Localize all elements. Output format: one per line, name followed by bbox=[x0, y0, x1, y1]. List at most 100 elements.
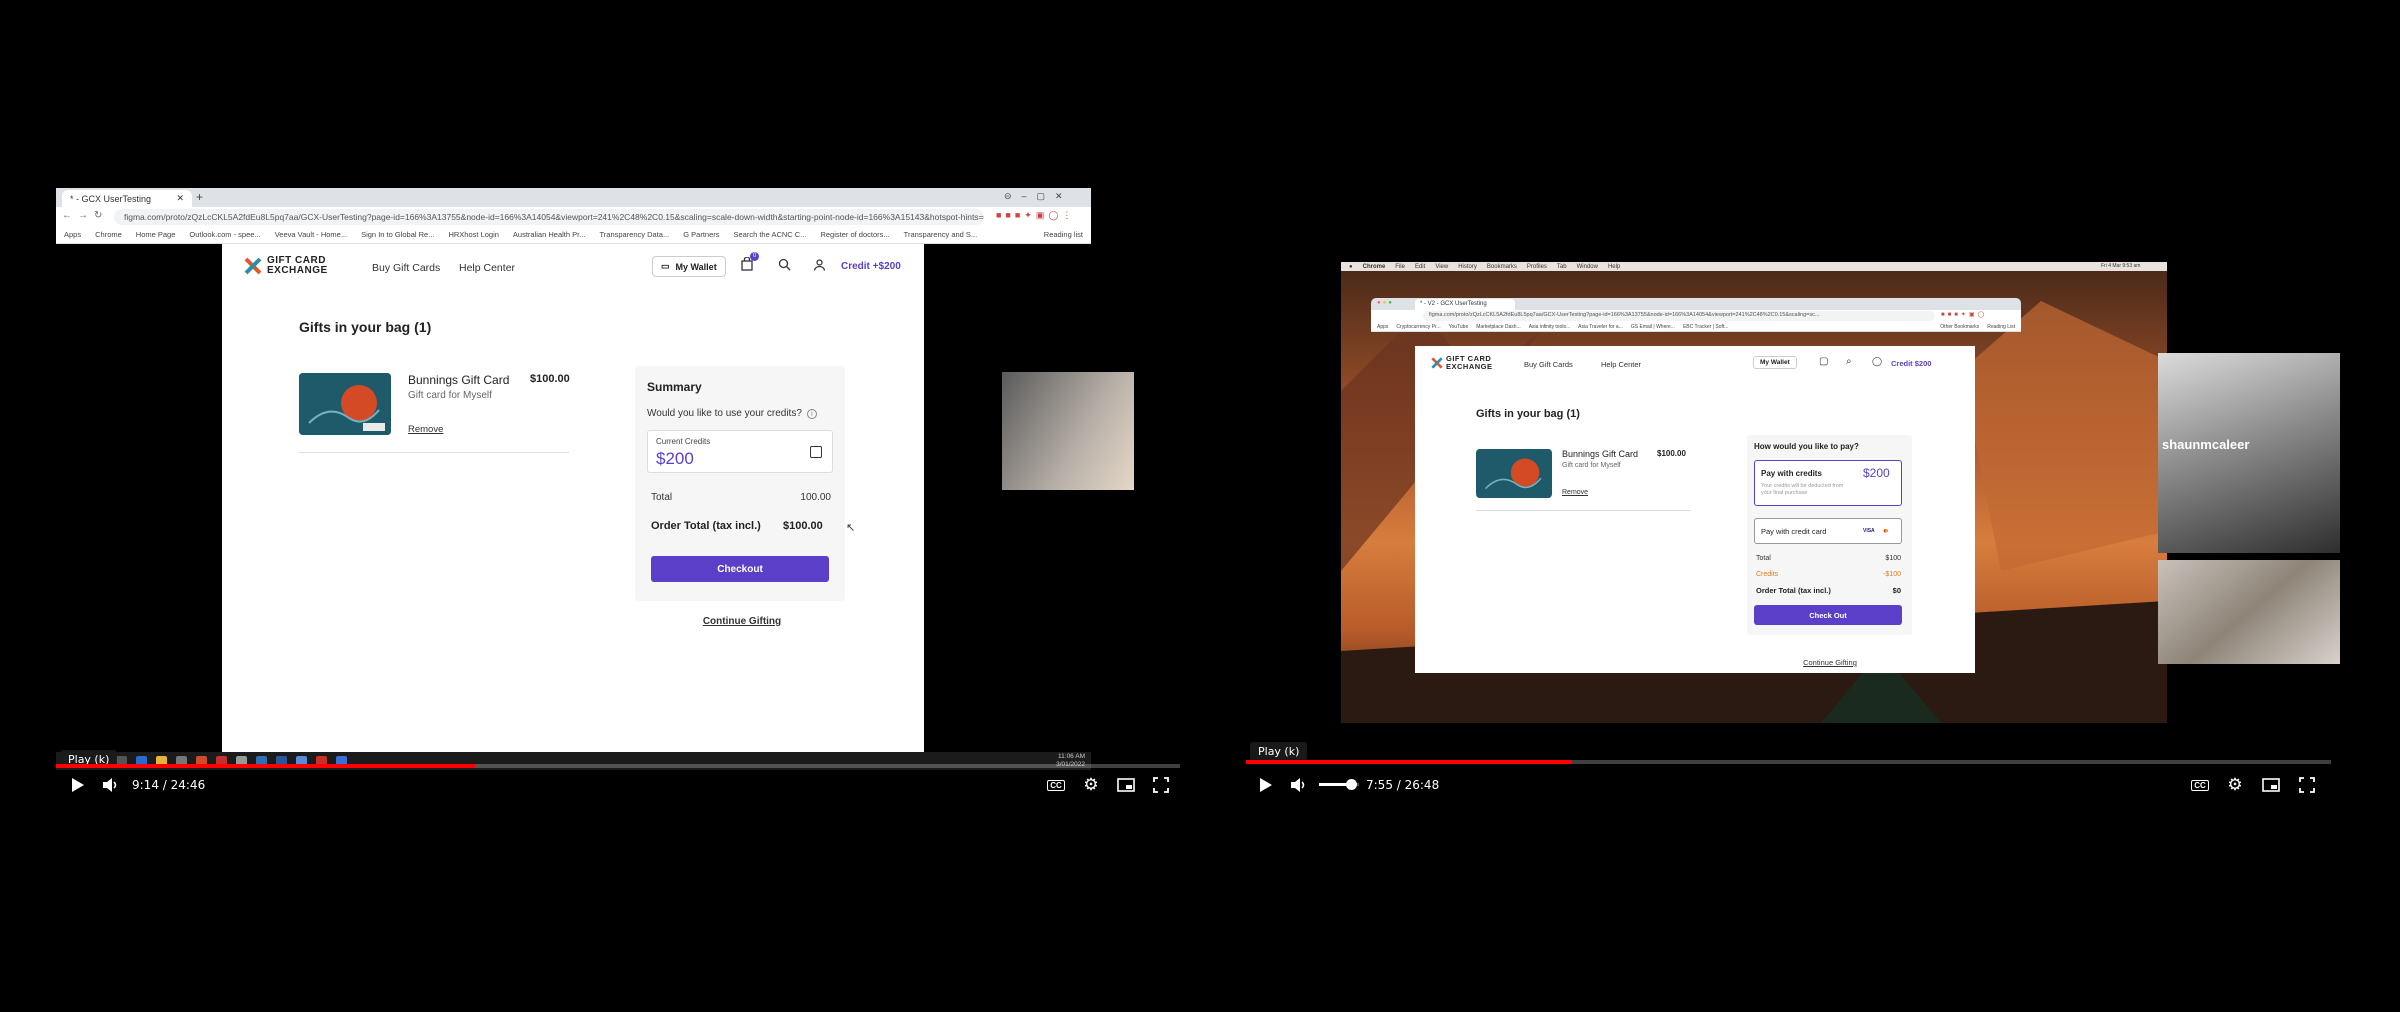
play-icon[interactable] bbox=[67, 774, 89, 796]
mac-menu-item[interactable]: Window bbox=[1577, 264, 1598, 270]
forward-icon[interactable]: → bbox=[78, 210, 88, 221]
remove-link[interactable]: Remove bbox=[408, 424, 443, 435]
bookmark-item[interactable]: Transparency Data... bbox=[599, 230, 669, 240]
other-bookmarks[interactable]: Other Bookmarks bbox=[1940, 324, 1979, 330]
bookmark-item[interactable]: Asia infinity tools... bbox=[1529, 324, 1570, 330]
wallet-label: My Wallet bbox=[1760, 359, 1790, 366]
credit-link[interactable]: Credit $200 bbox=[1891, 359, 1931, 368]
gift-subtitle: Gift card for Myself bbox=[408, 390, 492, 401]
bag-heading: Gifts in your bag (1) bbox=[299, 319, 432, 335]
play-tooltip: Play (k) bbox=[1250, 742, 1308, 761]
extension-icons[interactable]: ■■■✦▣◯ bbox=[1941, 311, 1987, 318]
extension-icons[interactable]: ■■■✦▣◯⋮ bbox=[996, 210, 1075, 221]
bookmark-item[interactable]: Search the ACNC C... bbox=[734, 230, 807, 240]
bookmark-item[interactable]: Register of doctors... bbox=[820, 230, 889, 240]
new-tab-icon[interactable]: + bbox=[196, 190, 203, 204]
miniplayer-icon[interactable] bbox=[1115, 774, 1137, 796]
bookmark-item[interactable]: Apps bbox=[64, 230, 81, 240]
mac-menu-item[interactable]: History bbox=[1458, 264, 1477, 270]
bookmark-item[interactable]: G Partners bbox=[683, 230, 719, 240]
volume-slider[interactable] bbox=[1319, 779, 1359, 790]
volume-icon[interactable] bbox=[100, 774, 122, 796]
reading-list[interactable]: Reading List bbox=[1987, 324, 2015, 330]
bookmark-item[interactable]: Cryptocurrency Pr... bbox=[1396, 324, 1440, 330]
back-icon[interactable]: ← bbox=[62, 210, 72, 221]
window-controls[interactable]: ⊝–▢✕ bbox=[1004, 191, 1073, 202]
left-video-player[interactable]: * - GCX UserTesting ✕ + ⊝–▢✕ ← → ↻ figma… bbox=[56, 150, 1180, 800]
bookmark-item[interactable]: Australian Health Pr... bbox=[513, 230, 586, 240]
cart-icon[interactable]: 0 bbox=[740, 252, 759, 273]
mac-menu-item[interactable]: Tab bbox=[1557, 264, 1567, 270]
search-icon[interactable]: ⌕ bbox=[1846, 356, 1852, 367]
bookmark-item[interactable]: HRXhost Login bbox=[448, 230, 498, 240]
fullscreen-icon[interactable] bbox=[2296, 774, 2318, 796]
fullscreen-icon[interactable] bbox=[1150, 774, 1172, 796]
bookmark-item[interactable]: Asia Traveler for a... bbox=[1578, 324, 1623, 330]
address-bar[interactable]: figma.com/proto/zQzLcCKL5A2fdEu8L5pq7aa/… bbox=[1423, 311, 1935, 321]
credit-link[interactable]: Credit +$200 bbox=[841, 261, 901, 272]
info-icon[interactable]: i bbox=[806, 408, 817, 419]
close-icon[interactable]: ✕ bbox=[176, 193, 184, 204]
bookmark-item[interactable]: Chrome bbox=[95, 230, 122, 240]
cart-badge: 0 bbox=[750, 252, 759, 261]
account-icon[interactable] bbox=[813, 258, 826, 271]
miniplayer-icon[interactable] bbox=[2260, 774, 2282, 796]
bookmark-item[interactable]: YouTube bbox=[1449, 324, 1469, 330]
pay-with-credit-card-option[interactable]: Pay with credit card VISA ●● bbox=[1754, 518, 1902, 544]
nav-buy-gift-cards[interactable]: Buy Gift Cards bbox=[1524, 360, 1573, 369]
account-icon[interactable]: ◯ bbox=[1872, 356, 1882, 367]
mac-menu-item[interactable]: Profiles bbox=[1527, 264, 1547, 270]
site-logo[interactable]: GIFT CARD EXCHANGE bbox=[244, 256, 328, 276]
credits-value: $200 bbox=[656, 449, 694, 468]
right-video-player[interactable]: ● Chrome File Edit View History Bookmarks Profi… bbox=[1246, 150, 2340, 800]
reading-list[interactable]: Reading list bbox=[1044, 230, 1083, 240]
bookmark-item[interactable]: EBC Tracker | Soft... bbox=[1683, 324, 1728, 330]
mac-menu-item[interactable]: Edit bbox=[1415, 264, 1425, 270]
cart-icon[interactable]: ▢ bbox=[1819, 356, 1828, 367]
bookmark-item[interactable]: Transparency and S... bbox=[904, 230, 978, 240]
mac-window-buttons[interactable]: ●●● bbox=[1377, 300, 1394, 306]
my-wallet-button[interactable]: My Wallet bbox=[1753, 356, 1797, 369]
logo-x-icon bbox=[244, 257, 262, 275]
bookmark-item[interactable]: Home Page bbox=[136, 230, 176, 240]
apple-icon[interactable]: ● bbox=[1349, 264, 1353, 270]
check-out-button[interactable]: Check Out bbox=[1754, 605, 1902, 625]
continue-gifting-link[interactable]: Continue Gifting bbox=[1775, 658, 1885, 667]
continue-gifting-link[interactable]: Continue Gifting bbox=[652, 616, 832, 627]
pay-with-credits-option[interactable]: Pay with credits $200 Your credits will … bbox=[1754, 460, 1902, 506]
checkout-button[interactable]: Checkout bbox=[651, 556, 829, 582]
use-credits-checkbox[interactable] bbox=[810, 446, 822, 458]
address-bar[interactable]: figma.com/proto/zQzLcCKL5A2fdEu8L5pq7aa/… bbox=[114, 209, 984, 225]
nav-help-center[interactable]: Help Center bbox=[1601, 360, 1641, 369]
browser-tab[interactable]: * - GCX UserTesting ✕ bbox=[62, 190, 192, 207]
search-icon[interactable] bbox=[778, 258, 791, 271]
my-wallet-button[interactable]: ▭ My Wallet bbox=[652, 256, 726, 277]
bookmark-item[interactable]: Apps bbox=[1377, 324, 1388, 330]
cc-icon[interactable]: CC bbox=[1045, 774, 1067, 796]
play-icon[interactable] bbox=[1255, 774, 1277, 796]
bookmark-item[interactable]: Marketplace Dash... bbox=[1476, 324, 1520, 330]
cc-icon[interactable]: CC bbox=[2189, 774, 2211, 796]
settings-icon[interactable]: ⚙ bbox=[1080, 774, 1102, 796]
reload-icon[interactable]: ↻ bbox=[94, 210, 102, 221]
mac-menu-item[interactable]: File bbox=[1395, 264, 1405, 270]
nav-buy-gift-cards[interactable]: Buy Gift Cards bbox=[372, 262, 440, 274]
remove-link[interactable]: Remove bbox=[1562, 489, 1588, 496]
current-credits-box[interactable]: Current Credits $200 bbox=[647, 430, 833, 473]
mac-menu-item[interactable]: Chrome bbox=[1363, 264, 1386, 270]
site-logo[interactable]: GIFT CARD EXCHANGE bbox=[1431, 355, 1493, 371]
mac-menu-item[interactable]: Help bbox=[1608, 264, 1620, 270]
volume-icon[interactable] bbox=[1288, 774, 1310, 796]
bookmark-item[interactable]: Veeva Vault - Home... bbox=[275, 230, 347, 240]
mac-menu-item[interactable]: View bbox=[1435, 264, 1448, 270]
bookmark-item[interactable]: GS Email | Where... bbox=[1631, 324, 1675, 330]
settings-icon[interactable]: ⚙ bbox=[2224, 774, 2246, 796]
gift-name: Bunnings Gift Card bbox=[1562, 449, 1639, 459]
nav-help-center[interactable]: Help Center bbox=[459, 262, 515, 274]
volume-handle[interactable] bbox=[1346, 779, 1357, 790]
bookmark-item[interactable]: Sign In to Global Re... bbox=[361, 230, 434, 240]
browser-tab[interactable]: * - V2 - GCX UserTesting bbox=[1415, 299, 1515, 310]
mac-menu-item[interactable]: Bookmarks bbox=[1487, 264, 1517, 270]
bookmark-item[interactable]: Outlook.com - spee... bbox=[189, 230, 260, 240]
divider bbox=[1476, 510, 1691, 511]
